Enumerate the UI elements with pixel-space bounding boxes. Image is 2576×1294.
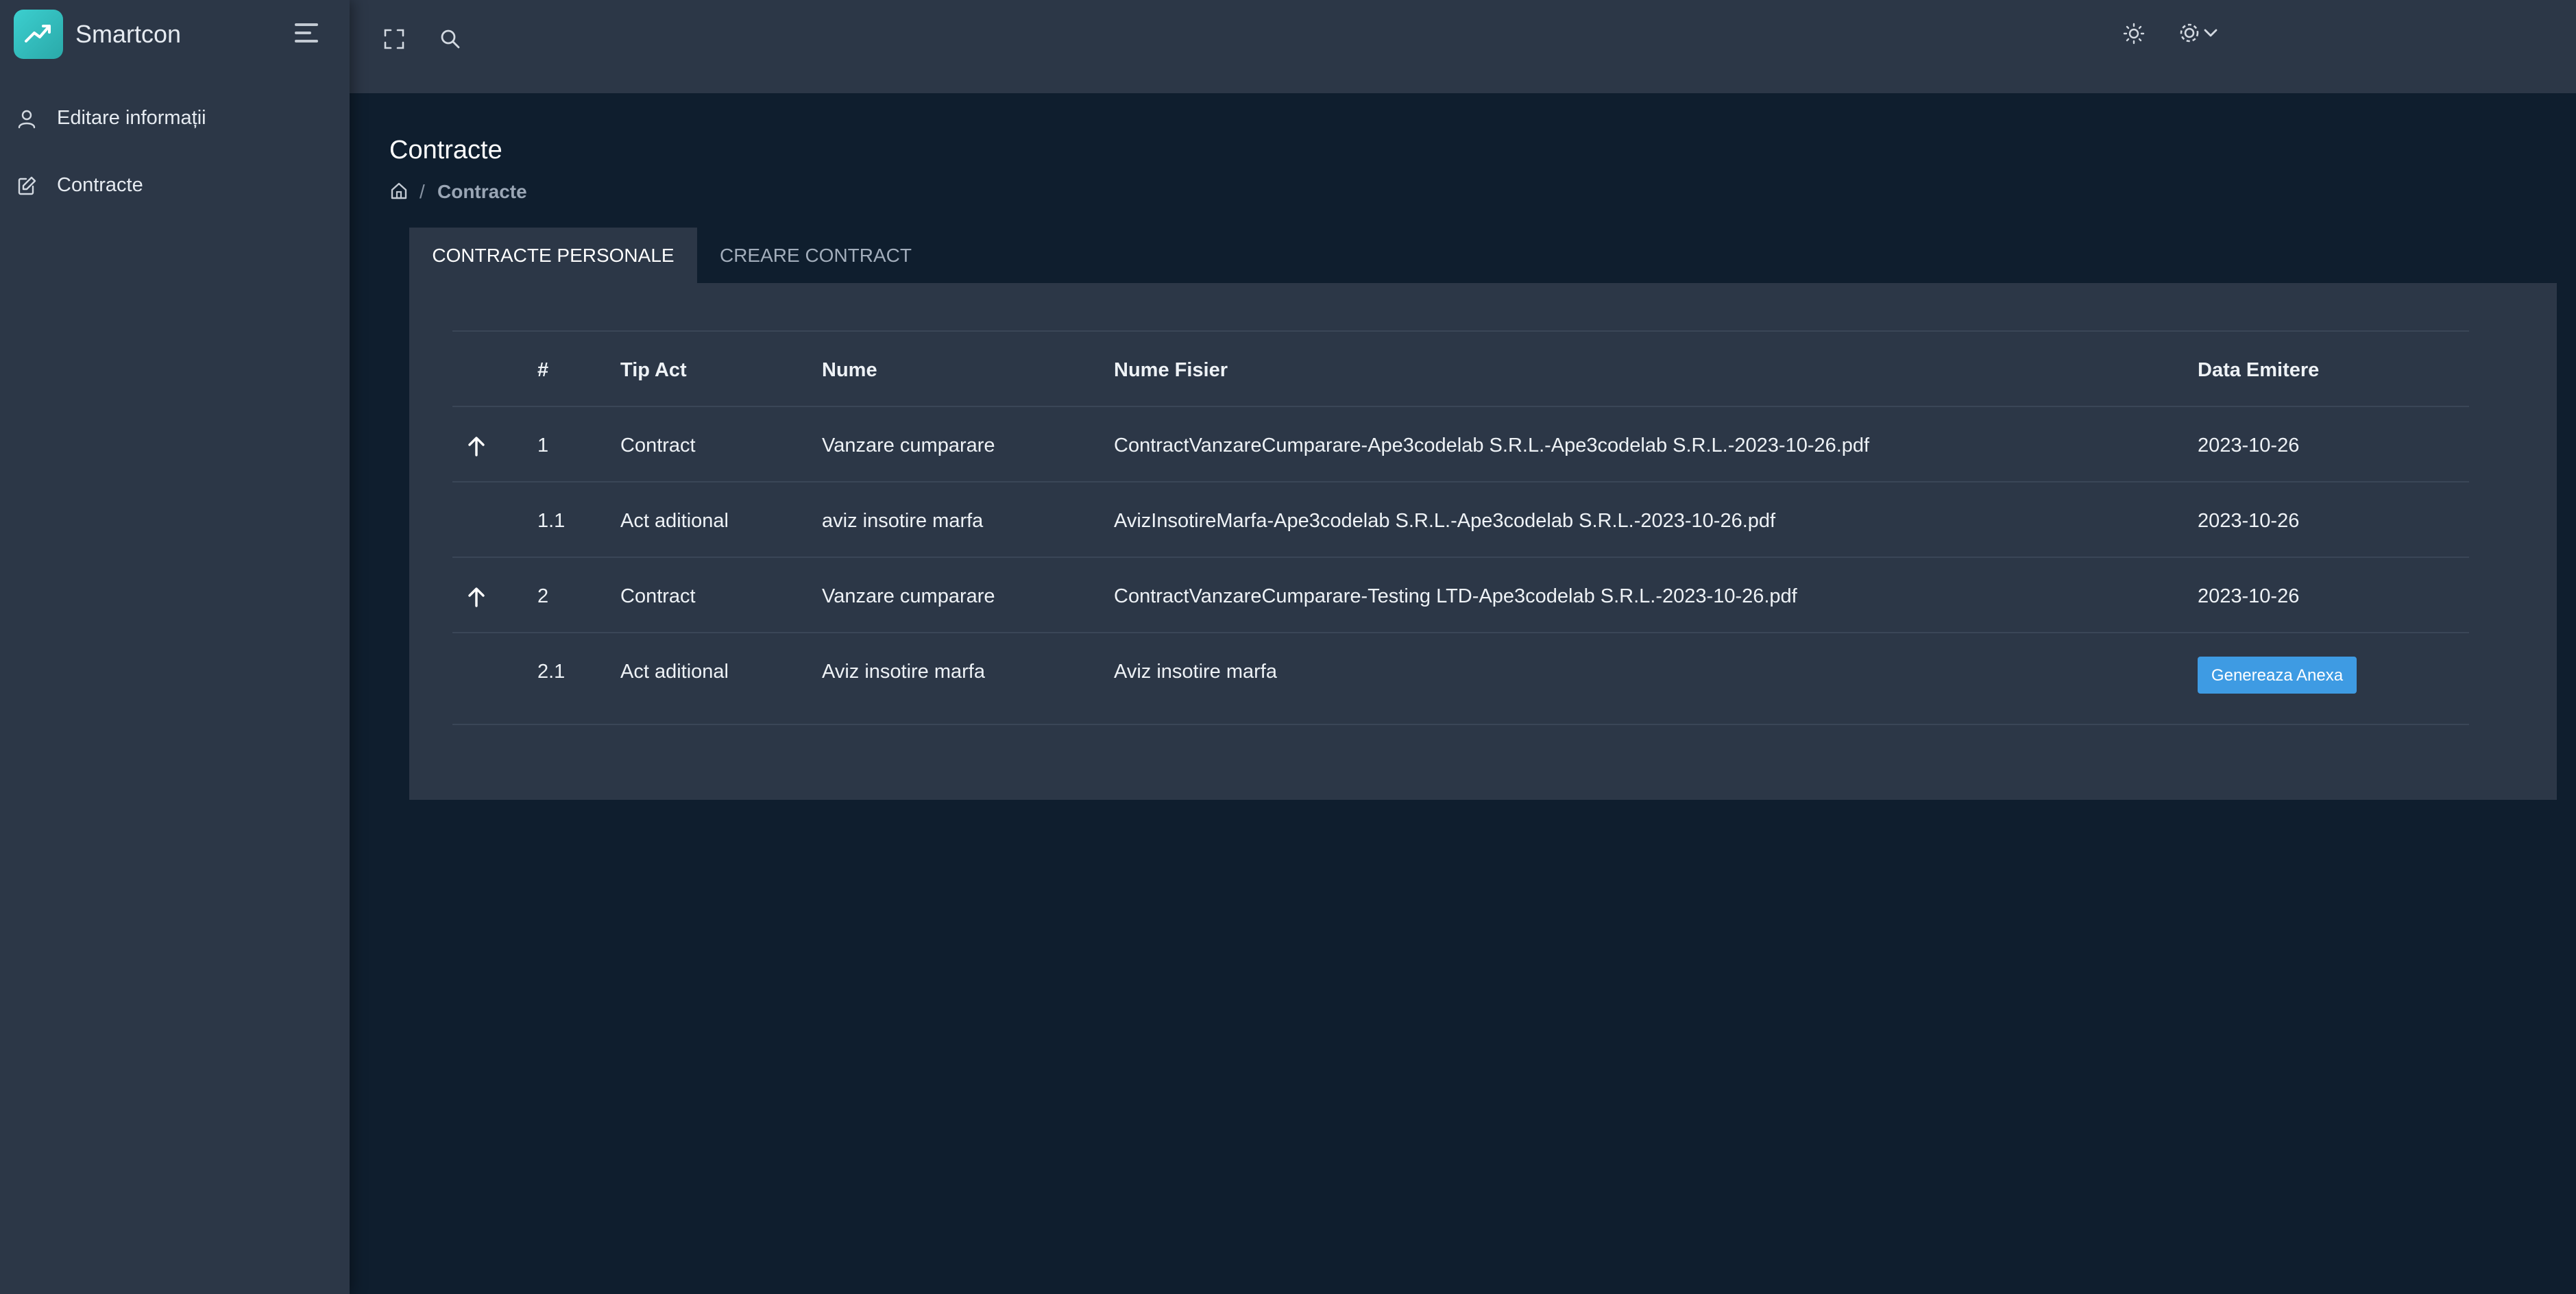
breadcrumb-current: Contracte [437, 181, 527, 202]
home-icon[interactable] [389, 181, 409, 200]
table-header-row: # Tip Act Nume Nume Fisier Data Emitere [452, 330, 2469, 407]
sidebar-item-label: Editare informații [57, 107, 206, 129]
cell-number: 2.1 [537, 661, 566, 683]
search-icon[interactable] [439, 27, 462, 51]
table-row: 1 Contract Vanzare cumparare ContractVan… [452, 406, 2469, 483]
cell-nume: Aviz insotire marfa [822, 661, 985, 683]
logo-trending-up-icon [14, 10, 63, 59]
cell-data-emitere: 2023-10-26 [2198, 435, 2300, 456]
column-header-tip-act: Tip Act [620, 359, 687, 381]
sidebar-item-contracte[interactable]: Contracte [0, 158, 350, 212]
cell-tip-act: Contract [620, 435, 696, 456]
table-row: 2 Contract Vanzare cumparare ContractVan… [452, 557, 2469, 633]
arrow-up-icon[interactable] [466, 435, 487, 458]
tab-contracte-personale[interactable]: CONTRACTE PERSONALE [409, 228, 697, 284]
cell-number: 1 [537, 435, 549, 456]
column-header-nume-fisier: Nume Fisier [1114, 359, 1228, 381]
cell-nume-fisier[interactable]: ContractVanzareCumparare-Testing LTD-Ape… [1114, 584, 1797, 609]
sun-icon[interactable] [2122, 22, 2146, 45]
chevron-down-icon [2204, 29, 2217, 37]
cell-nume-fisier[interactable]: AvizInsotireMarfa-Ape3codelab S.R.L.-Ape… [1114, 509, 1775, 533]
cell-number: 2 [537, 585, 549, 607]
cell-tip-act: Act aditional [620, 510, 729, 532]
cell-nume-fisier[interactable]: ContractVanzareCumparare-Ape3codelab S.R… [1114, 433, 1869, 458]
cell-data-emitere: 2023-10-26 [2198, 510, 2300, 532]
user-icon [18, 110, 36, 129]
settings-menu[interactable] [2177, 21, 2222, 47]
app-name: Smartcon [75, 20, 182, 48]
breadcrumb-separator: / [420, 181, 425, 202]
gear-icon [2180, 23, 2199, 42]
fullscreen-icon[interactable] [382, 27, 406, 51]
cell-nume: Vanzare cumparare [822, 585, 995, 607]
sidebar-item-editare-informatii[interactable]: Editare informații [0, 90, 350, 145]
cell-tip-act: Contract [620, 585, 696, 607]
cell-tip-act: Act aditional [620, 661, 729, 683]
column-header-nume: Nume [822, 359, 877, 381]
cell-data-emitere: 2023-10-26 [2198, 585, 2300, 607]
column-header-data-emitere: Data Emitere [2198, 359, 2320, 381]
cell-number: 1.1 [537, 510, 566, 532]
tab-creare-contract[interactable]: CREARE CONTRACT [697, 228, 934, 284]
menu-toggle-icon[interactable] [295, 23, 321, 44]
cell-nume: Vanzare cumparare [822, 435, 995, 456]
edit-icon [18, 176, 36, 195]
arrow-up-icon[interactable] [466, 585, 487, 609]
table-row: 2.1 Act aditional Aviz insotire marfa Av… [452, 632, 2469, 725]
sidebar-item-label: Contracte [57, 174, 143, 196]
genereaza-anexa-button[interactable]: Genereaza Anexa [2198, 657, 2357, 694]
sidebar: Smartcon Editare informații Contracte [0, 0, 350, 1294]
page-title: Contracte [389, 136, 502, 164]
column-header-number: # [537, 359, 549, 381]
cell-nume: aviz insotire marfa [822, 510, 984, 532]
cell-nume-fisier: Aviz insotire marfa [1114, 661, 1277, 683]
brand[interactable]: Smartcon [14, 10, 336, 59]
top-bar [350, 0, 2576, 93]
table-row: 1.1 Act aditional aviz insotire marfa Av… [452, 481, 2469, 558]
